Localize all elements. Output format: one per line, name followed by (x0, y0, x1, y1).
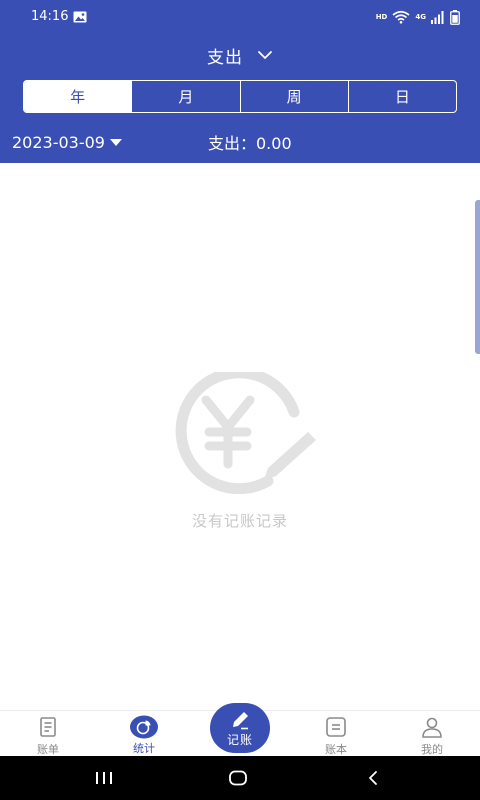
back-button[interactable] (353, 766, 393, 790)
image-icon (73, 11, 87, 23)
pie-chart-icon (130, 715, 158, 739)
nav-label-bills: 账单 (37, 743, 59, 756)
recents-icon (96, 772, 112, 784)
status-bar: 14:16 HD 4G (0, 0, 480, 34)
tab-year[interactable]: 年 (24, 81, 132, 112)
scroll-indicator[interactable] (475, 200, 480, 354)
date-value: 2023-03-09 (12, 132, 105, 152)
chevron-down-icon (258, 51, 272, 59)
nav-item-mine[interactable]: 我的 (402, 711, 462, 757)
nav-label-ledger: 账本 (325, 743, 347, 756)
empty-message: 没有记账记录 (191, 512, 288, 530)
bill-icon (40, 717, 56, 737)
expense-total: 支出：0.00 (208, 134, 292, 153)
nav-item-bills[interactable]: 账单 (18, 711, 78, 757)
nav-label-stats: 统计 (133, 742, 155, 755)
page-title: 支出 (207, 47, 243, 68)
add-record-button[interactable]: 记账 (210, 703, 270, 753)
type-selector[interactable]: 支出 (0, 40, 480, 70)
ledger-icon (326, 717, 346, 737)
wifi-icon (392, 10, 410, 24)
date-row: 2023-03-09 支出：0.00 (0, 128, 480, 156)
system-nav-bar (0, 756, 480, 800)
nav-label-mine: 我的 (421, 743, 443, 756)
home-icon (229, 770, 247, 786)
tab-month[interactable]: 月 (131, 81, 239, 112)
battery-icon (450, 9, 460, 25)
header: 14:16 HD 4G 支出 年 月 周 日 2023-03-09 支出：0.0… (0, 0, 480, 163)
recents-button[interactable] (84, 766, 124, 790)
pencil-icon (233, 712, 248, 730)
nav-item-ledger[interactable]: 账本 (306, 711, 366, 757)
network-type: 4G (415, 12, 426, 21)
nav-item-stats[interactable]: 统计 (114, 711, 174, 757)
status-right-group: HD 4G (376, 8, 460, 26)
user-icon (422, 717, 442, 738)
date-picker[interactable]: 2023-03-09 (12, 128, 122, 156)
signal-icon (431, 10, 444, 24)
add-record-label: 记账 (226, 733, 253, 747)
tab-week[interactable]: 周 (239, 81, 348, 112)
period-tabs: 年 月 周 日 (23, 80, 457, 113)
caret-down-icon (109, 138, 122, 146)
home-button[interactable] (218, 766, 258, 790)
status-time: 14:16 (31, 9, 69, 24)
yen-pencil-icon (175, 372, 316, 494)
tab-day[interactable]: 日 (347, 81, 456, 112)
app-screen: 14:16 HD 4G 支出 年 月 周 日 2023-03-09 支出：0.0… (0, 0, 480, 800)
hd-indicator: HD (375, 13, 388, 21)
back-icon (369, 771, 377, 785)
